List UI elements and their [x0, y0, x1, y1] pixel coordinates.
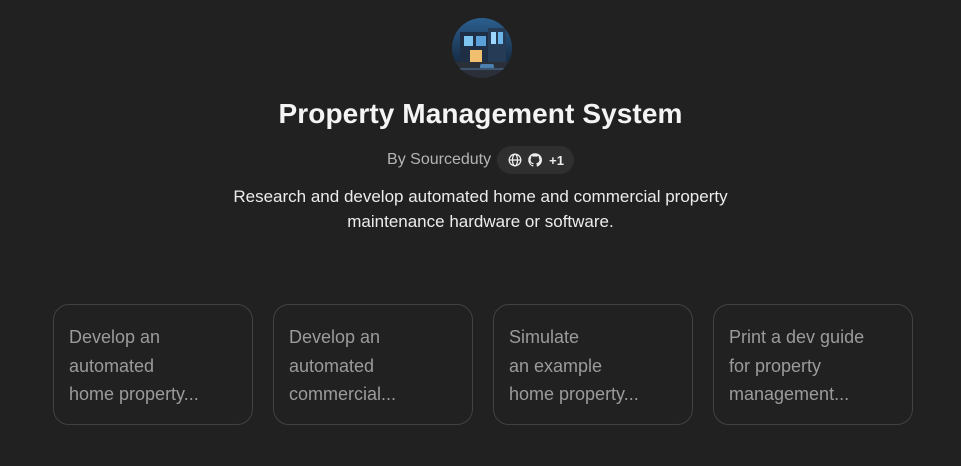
starter-card[interactable]: Print a dev guide for property managemen…: [713, 304, 913, 425]
starter-card[interactable]: Develop an automated home property...: [53, 304, 253, 425]
more-links-count: +1: [549, 152, 564, 168]
starter-text: Develop an automated home property...: [69, 327, 199, 404]
starter-text: Simulate an example home property...: [509, 327, 639, 404]
globe-icon[interactable]: [507, 152, 523, 168]
starter-card[interactable]: Simulate an example home property...: [493, 304, 693, 425]
gpt-avatar: [452, 18, 512, 78]
conversation-starters: Develop an automated home property... De…: [53, 304, 913, 425]
links-pill[interactable]: +1: [497, 146, 574, 174]
gpt-landing: Property Management System By Sourceduty…: [0, 0, 961, 466]
gpt-title: Property Management System: [278, 98, 683, 129]
github-icon[interactable]: [527, 152, 543, 168]
starter-text: Print a dev guide for property managemen…: [729, 327, 865, 404]
byline: By Sourceduty +1: [0, 146, 961, 174]
starter-text: Develop an automated commercial...: [289, 327, 397, 404]
starter-card[interactable]: Develop an automated commercial...: [273, 304, 473, 425]
author-name: By Sourceduty: [387, 151, 492, 168]
gpt-description: Research and develop automated home and …: [233, 187, 728, 231]
